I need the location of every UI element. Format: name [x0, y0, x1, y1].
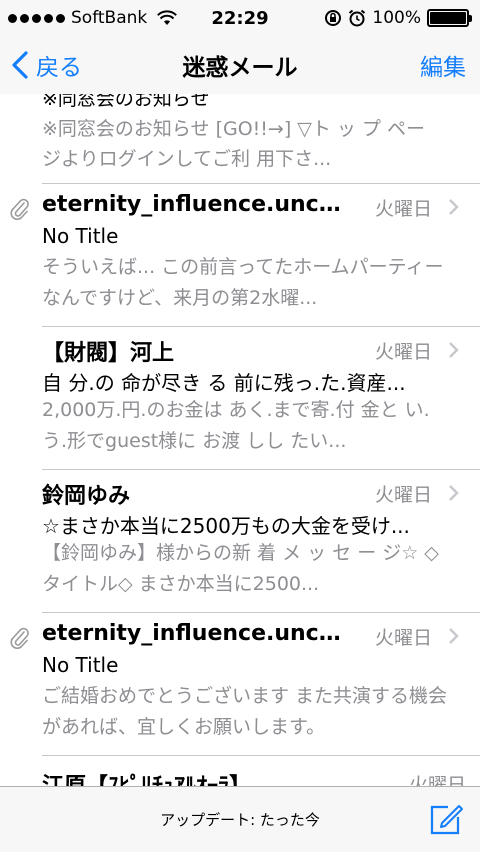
- list-item-partial[interactable]: ※同窓会のお知らせ ※同窓会のお知らせ [GO!!→] ▽ト ッ プ ペー ジよ…: [42, 94, 480, 184]
- back-button-label: 戻る: [36, 55, 82, 81]
- message-preview: ご結婚おめでとうございます また共演する機会があれば、宜しくお願いします。: [42, 685, 448, 738]
- paperclip-icon: [10, 627, 29, 649]
- list-item[interactable]: eternity_influence.unco... 火曜日 No Title …: [0, 613, 480, 756]
- carrier-name: SoftBank: [71, 8, 148, 28]
- mail-list[interactable]: ※同窓会のお知らせ ※同窓会のお知らせ [GO!!→] ▽ト ッ プ ペー ジよ…: [0, 94, 480, 786]
- message-preview: そういえば... この前言ってたホームパーティーなんですけど、来月の第2水曜..…: [42, 256, 444, 309]
- message-subject: 自 分.の 命が尽き る 前に残っ.た.資産...: [42, 371, 406, 395]
- list-item[interactable]: eternity_influence.unco... 火曜日 No Title …: [0, 184, 480, 327]
- back-button[interactable]: 戻る: [10, 46, 82, 84]
- signal-dots-icon: [8, 13, 65, 23]
- bottom-toolbar: アップデート: たった今: [0, 786, 480, 852]
- row-divider: [42, 755, 480, 756]
- chevron-right-icon: [449, 199, 459, 215]
- rotation-lock-icon: [325, 10, 342, 26]
- list-item-cut[interactable]: 江原【ｽﾋﾟﾘﾁｭｱﾙｵｰﾗ】 火曜日: [42, 766, 472, 786]
- message-date: 火曜日: [408, 774, 466, 786]
- chevron-right-icon: [449, 628, 459, 644]
- message-subject: No Title: [42, 224, 119, 248]
- list-item[interactable]: 【財閥】河上 火曜日 自 分.の 命が尽き る 前に残っ.た.資産... 2,0…: [0, 327, 480, 470]
- message-preview: 【鈴岡ゆみ】様からの新 着 メ ッ セ ー ジ☆ ◇タイトル◇ まさか本当に25…: [42, 542, 439, 595]
- chevron-right-icon: [449, 485, 459, 501]
- paperclip-icon: [10, 198, 29, 220]
- status-bar: SoftBank 22:29 100%: [0, 0, 480, 36]
- back-chevron-icon: [12, 51, 28, 79]
- message-sender: 鈴岡ゆみ: [42, 484, 131, 509]
- battery-icon: [427, 9, 472, 27]
- list-item[interactable]: 鈴岡ゆみ 火曜日 ☆まさか本当に2500万もの大金を受け... 【鈴岡ゆみ】様か…: [0, 470, 480, 613]
- navigation-bar: 戻る 迷惑メール 編集: [0, 36, 480, 94]
- message-sender: eternity_influence.unco...: [42, 192, 352, 217]
- message-subject: ☆まさか本当に2500万もの大金を受け...: [42, 514, 410, 538]
- message-preview: 2,000万.円.のお金は あく.まで寄.付 金と い.う.形でguest様に …: [42, 399, 430, 452]
- chevron-right-icon: [449, 342, 459, 358]
- message-sender: 【財閥】河上: [42, 341, 175, 366]
- compose-icon[interactable]: [428, 801, 464, 837]
- message-sender: 江原【ｽﾋﾟﾘﾁｭｱﾙｵｰﾗ】: [42, 768, 251, 786]
- message-date: 火曜日: [374, 484, 432, 506]
- message-date: 火曜日: [374, 627, 432, 649]
- update-status: アップデート: たった今: [160, 811, 320, 829]
- message-date: 火曜日: [374, 198, 432, 220]
- battery-percent: 100%: [372, 8, 421, 28]
- message-subject: ※同窓会のお知らせ: [42, 94, 210, 110]
- message-preview: ※同窓会のお知らせ [GO!!→] ▽ト ッ プ ペー ジよりログインしてご利 …: [42, 118, 426, 170]
- edit-button[interactable]: 編集: [420, 46, 466, 84]
- message-date: 火曜日: [374, 341, 432, 363]
- message-subject: No Title: [42, 653, 119, 677]
- wifi-icon: [157, 10, 178, 25]
- alarm-icon: [349, 9, 366, 27]
- message-sender: eternity_influence.unco...: [42, 621, 352, 646]
